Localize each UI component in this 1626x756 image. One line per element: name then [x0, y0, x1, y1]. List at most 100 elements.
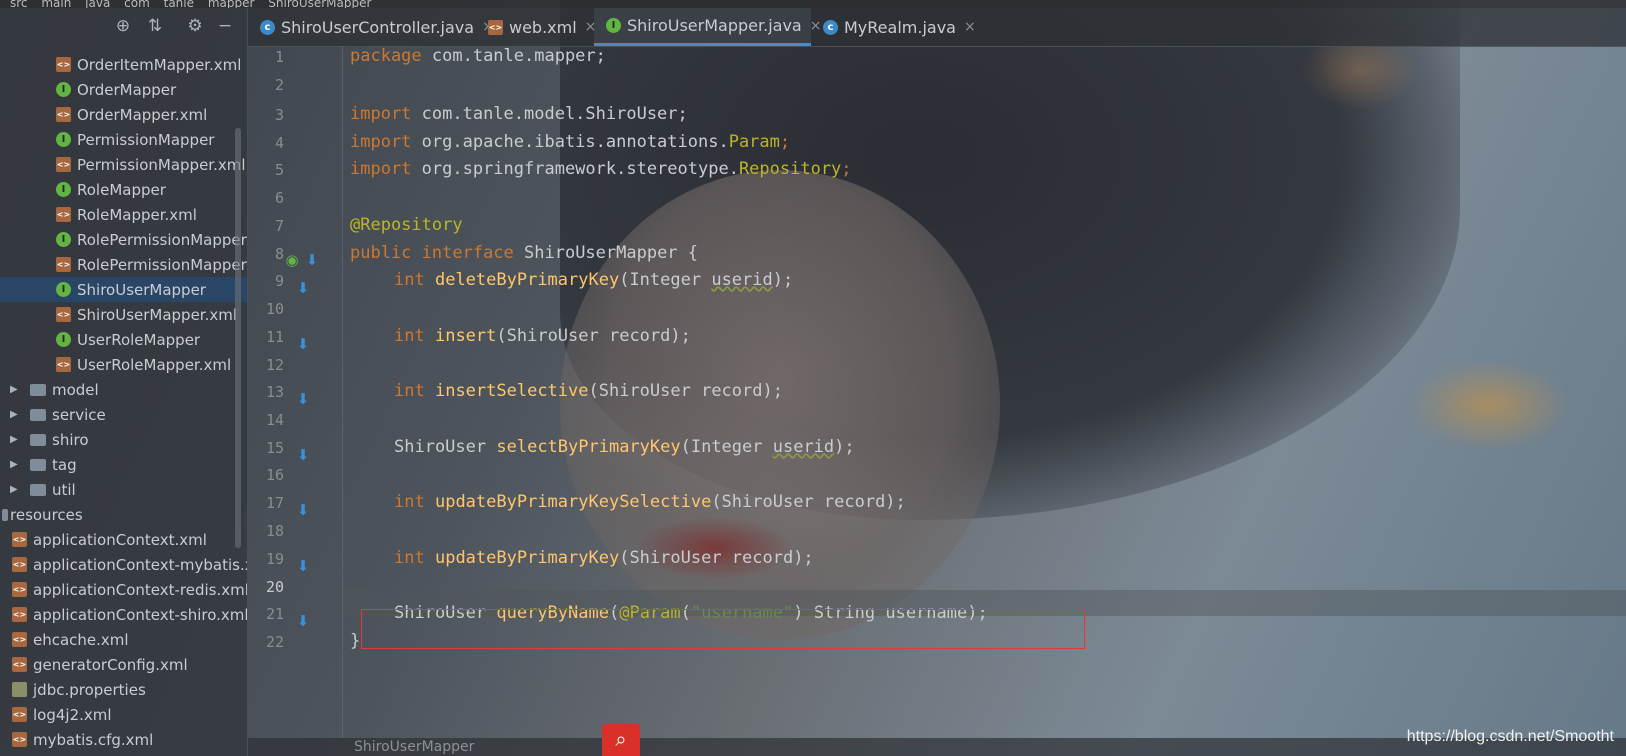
code-line: } [350, 631, 361, 651]
file-item[interactable]: <> log4j2.xml [0, 702, 247, 727]
code-line: int updateByPrimaryKeySelective(ShiroUse… [394, 492, 906, 512]
code-line: public interface ShiroUserMapper { [350, 243, 699, 263]
file-label: PermissionMapper.xml [77, 155, 246, 174]
project-toolbar: ⊕ ⇅ ⚙ − [0, 14, 247, 40]
file-label: PermissionMapper [77, 130, 215, 149]
line-number: 5 [274, 161, 284, 179]
tab-label: ShiroUserMapper.java [627, 16, 802, 35]
breadcrumb-item[interactable]: com [124, 0, 150, 8]
breadcrumb-item[interactable]: main [41, 0, 71, 8]
implemented-icon[interactable]: ◉ [284, 252, 300, 268]
file-item[interactable]: I OrderMapper [0, 77, 247, 102]
folder-item[interactable]: ▶ util [0, 477, 247, 502]
file-item[interactable]: <> PermissionMapper.xml [0, 152, 247, 177]
file-label: service [52, 405, 106, 424]
xml-file-icon: <> [56, 307, 71, 322]
file-item[interactable]: <> mybatis.cfg.xml [0, 727, 247, 752]
go-to-implementation-icon[interactable]: ⬇ [295, 336, 311, 352]
line-number: 20 [265, 578, 284, 596]
xml-file-icon: <> [56, 107, 71, 122]
file-item[interactable]: <> UserRoleMapper.xml [0, 352, 247, 377]
chevron-right-icon[interactable]: ▶ [10, 484, 24, 495]
project-scrollbar[interactable] [235, 128, 241, 548]
watermark: https://blog.csdn.net/Smootht [1406, 728, 1614, 745]
tab-my-realm[interactable]: c MyRealm.java × [811, 8, 976, 46]
file-item[interactable]: <> applicationContext-mybatis.x [0, 552, 247, 577]
line-number: 2 [274, 76, 284, 94]
file-item[interactable]: <> applicationContext.xml [0, 527, 247, 552]
go-to-implementation-icon[interactable]: ⬇ [295, 447, 311, 463]
file-item[interactable]: <> applicationContext-shiro.xml [0, 602, 247, 627]
go-to-implementation-icon[interactable]: ⬇ [295, 280, 311, 296]
file-label: mybatis.cfg.xml [33, 730, 154, 749]
collapse-icon[interactable]: ⇅ [145, 16, 165, 36]
file-item[interactable]: <> ehcache.xml [0, 627, 247, 652]
xml-file-icon: <> [12, 732, 27, 747]
folder-item[interactable]: ▶ model [0, 377, 247, 402]
folder-item[interactable]: ▶ service [0, 402, 247, 427]
line-number: 21 [265, 605, 284, 623]
editor-gutter: ◉ ⬇ ⬇ ⬇ ⬇ ⬇ ⬇ ⬇ ⬇ 1 2 3 4 5 6 7 8 9 10 11 12 13 14 15 1… [248, 46, 343, 738]
file-item[interactable]: I ShiroUserMapper [0, 277, 247, 302]
go-to-implementation-icon[interactable]: ⬇ [295, 613, 311, 629]
file-item[interactable]: resources [0, 502, 247, 527]
file-item[interactable]: I PermissionMapper [0, 127, 247, 152]
breadcrumb-item[interactable]: tanle [164, 0, 194, 8]
file-label: util [52, 480, 76, 499]
gear-icon[interactable]: ⚙ [185, 16, 205, 36]
line-number: 19 [265, 550, 284, 568]
go-to-implementation-icon[interactable]: ⬇ [295, 502, 311, 518]
interface-icon: I [606, 18, 621, 33]
file-item[interactable]: I RoleMapper [0, 177, 247, 202]
file-label: applicationContext.xml [33, 530, 207, 549]
folder-icon [30, 433, 46, 446]
file-item[interactable]: I UserRoleMapper [0, 327, 247, 352]
file-item[interactable]: I RolePermissionMapper [0, 227, 247, 252]
minimize-icon[interactable]: − [215, 16, 235, 36]
search-icon[interactable]: ⌕ [602, 724, 640, 756]
xml-file-icon: <> [56, 157, 71, 172]
close-icon[interactable]: × [964, 19, 976, 35]
file-item[interactable]: <> generatorConfig.xml [0, 652, 247, 677]
tab-web-xml[interactable]: <> web.xml × [476, 8, 596, 46]
folder-item[interactable]: ▶ tag [0, 452, 247, 477]
chevron-right-icon[interactable]: ▶ [10, 459, 24, 470]
go-to-implementation-icon[interactable]: ⬇ [295, 558, 311, 574]
go-to-implementation-icon[interactable]: ⬇ [304, 252, 320, 268]
folder-item[interactable]: ▶ shiro [0, 427, 247, 452]
tab-shiro-user-mapper[interactable]: I ShiroUserMapper.java × [594, 8, 821, 46]
line-number: 17 [265, 494, 284, 512]
file-label: applicationContext-redis.xml [33, 580, 247, 599]
line-number: 9 [274, 272, 284, 290]
file-item[interactable]: jdbc.properties [0, 677, 247, 702]
interface-icon: I [56, 232, 71, 247]
editor-breadcrumb[interactable]: ShiroUserMapper [354, 739, 474, 755]
xml-file-icon: <> [56, 357, 71, 372]
project-panel: ⊕ ⇅ ⚙ − <> OrderItemMapper.xml I OrderMappe… [0, 8, 248, 756]
go-to-implementation-icon[interactable]: ⬇ [295, 391, 311, 407]
file-item[interactable]: <> OrderMapper.xml [0, 102, 247, 127]
breadcrumb-item[interactable]: mapper [208, 0, 255, 8]
file-item[interactable]: <> RoleMapper.xml [0, 202, 247, 227]
breadcrumb-item[interactable]: ShiroUserMapper [268, 0, 371, 8]
file-item[interactable]: <> RolePermissionMapper [0, 252, 247, 277]
resources-folder-icon [2, 508, 8, 521]
breadcrumb-item[interactable]: java [85, 0, 110, 8]
code-line: int updateByPrimaryKey(ShiroUser record)… [394, 548, 814, 568]
file-item[interactable]: <> OrderItemMapper.xml [0, 52, 247, 77]
breadcrumb-item[interactable]: src [10, 0, 28, 8]
file-label: RolePermissionMapper [77, 255, 247, 274]
chevron-right-icon[interactable]: ▶ [10, 409, 24, 420]
file-item[interactable]: <> ShiroUserMapper.xml [0, 302, 247, 327]
line-number: 8 [274, 245, 284, 263]
chevron-right-icon[interactable]: ▶ [10, 384, 24, 395]
target-icon[interactable]: ⊕ [113, 16, 133, 36]
chevron-right-icon[interactable]: ▶ [10, 434, 24, 445]
file-item[interactable]: <> applicationContext-redis.xml [0, 577, 247, 602]
tab-shiro-user-controller[interactable]: c ShiroUserController.java × [248, 8, 494, 46]
editor-tabs: c ShiroUserController.java × <> web.xml … [248, 8, 1626, 47]
line-number: 22 [265, 633, 284, 651]
xml-file-icon: <> [12, 582, 27, 597]
folder-icon [30, 408, 46, 421]
xml-file-icon: <> [12, 607, 27, 622]
